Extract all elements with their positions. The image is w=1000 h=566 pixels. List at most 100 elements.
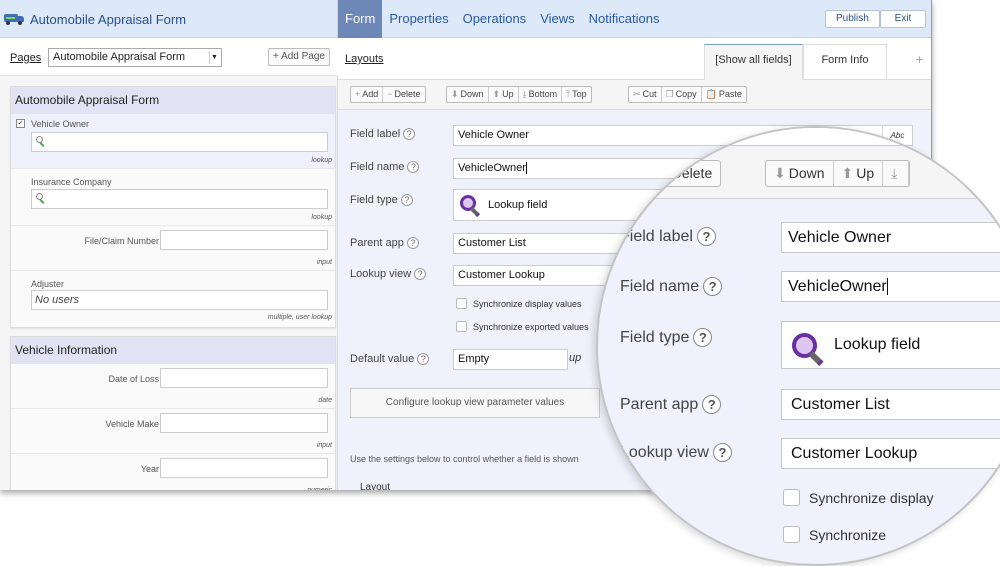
magnifier-icon bbox=[792, 333, 824, 369]
paste-button[interactable]: 📋 Paste bbox=[702, 87, 746, 102]
add-tab-button[interactable]: + bbox=[907, 44, 931, 80]
label-text: Field name bbox=[620, 278, 700, 295]
down-button[interactable]: ⬇ Down bbox=[447, 87, 489, 102]
magnified-sync-display-option[interactable]: Synchronize display bbox=[783, 489, 934, 506]
sync-display-label: Synchronize display values bbox=[473, 298, 582, 309]
help-icon[interactable]: ? bbox=[414, 268, 427, 280]
help-icon[interactable]: ? bbox=[702, 395, 722, 414]
magnified-up-button[interactable]: ⬆ Up bbox=[834, 161, 884, 186]
form-field-insurance-company[interactable]: Insurance Company lookup bbox=[11, 169, 335, 226]
sync-display-label: Synchronize display bbox=[809, 489, 934, 506]
form-field-adjuster[interactable]: Adjuster No users multiple, user lookup bbox=[11, 271, 335, 327]
add-page-button[interactable]: + Add Page bbox=[268, 48, 330, 66]
help-icon[interactable]: ? bbox=[712, 443, 732, 462]
help-icon[interactable]: ? bbox=[406, 237, 419, 249]
top-bar: Automobile Appraisal Form Form Propertie… bbox=[0, 0, 931, 38]
field-type-label: input bbox=[316, 442, 332, 449]
magnified-field-type-selector[interactable]: Lookup field bbox=[781, 321, 1000, 369]
nav-tab-form[interactable]: Form bbox=[338, 0, 383, 38]
magnified-lookup-view-select[interactable]: Customer Lookup bbox=[781, 438, 1000, 469]
magnified-toolbar-edit: ad − Delete bbox=[619, 160, 722, 187]
form-field-year[interactable]: Year numeric bbox=[11, 454, 335, 490]
field-type-label: Field type? bbox=[350, 194, 413, 206]
section-header[interactable]: Vehicle Information bbox=[11, 337, 335, 364]
magnified-parent-app-select[interactable]: Customer List bbox=[781, 389, 1000, 420]
app-title-text: Automobile Appraisal Form bbox=[30, 11, 187, 27]
form-field-vehicle-owner[interactable]: ✓ Vehicle Owner lookup bbox=[11, 114, 335, 169]
delete-button[interactable]: − Delete bbox=[383, 87, 424, 102]
sync-exported-checkbox[interactable] bbox=[456, 321, 467, 332]
copy-label: Copy bbox=[675, 89, 697, 99]
down-label: Down bbox=[788, 165, 825, 181]
help-icon[interactable]: ? bbox=[693, 328, 713, 347]
left-panel: Pages Automobile Appraisal Form ▼ + Add … bbox=[0, 38, 338, 490]
paste-label: Paste bbox=[718, 89, 742, 99]
sync-exported-checkbox[interactable] bbox=[783, 526, 800, 543]
field-checkbox[interactable]: ✓ bbox=[16, 119, 25, 128]
text-cursor bbox=[886, 278, 888, 296]
numeric-input[interactable] bbox=[160, 458, 328, 478]
add-label: Add bbox=[362, 89, 379, 99]
magnified-add-button[interactable]: ad bbox=[620, 161, 653, 186]
nav-tab-notifications[interactable]: Notifications bbox=[582, 0, 667, 38]
sync-display-option[interactable]: Synchronize display values bbox=[456, 298, 582, 309]
sync-display-checkbox[interactable] bbox=[783, 489, 800, 506]
default-value-select[interactable]: Empty bbox=[453, 349, 568, 370]
tab-show-all-fields[interactable]: [Show all fields] bbox=[704, 44, 803, 80]
help-icon[interactable]: ? bbox=[400, 194, 413, 206]
main-nav: Form Properties Operations Views Notific… bbox=[338, 0, 666, 38]
section-header[interactable]: Automobile Appraisal Form bbox=[11, 87, 335, 114]
default-value-label: Default value? bbox=[350, 353, 430, 365]
magnified-bottom-button[interactable]: ⤓ bbox=[883, 161, 910, 186]
top-button[interactable]: ⤒ Top bbox=[562, 87, 591, 102]
nav-tab-views[interactable]: Views bbox=[533, 0, 581, 38]
tab-form-info[interactable]: Form Info bbox=[803, 44, 887, 80]
sync-display-checkbox[interactable] bbox=[456, 298, 467, 309]
publish-button[interactable]: Publish bbox=[825, 10, 880, 28]
magnified-field-label-input[interactable]: Vehicle Owner bbox=[781, 222, 1000, 253]
sync-exported-option[interactable]: Synchronize exported values bbox=[456, 321, 589, 332]
help-icon[interactable]: ? bbox=[407, 161, 420, 173]
magnified-field-name-input[interactable]: VehicleOwner bbox=[781, 271, 1000, 302]
copy-button[interactable]: ❐ Copy bbox=[662, 87, 702, 102]
label-text: Lookup view bbox=[620, 444, 709, 461]
layouts-label[interactable]: Layouts bbox=[345, 53, 384, 65]
date-input[interactable] bbox=[160, 368, 328, 388]
field-type-label: date bbox=[318, 397, 332, 404]
field-label: Vehicle Owner bbox=[31, 119, 90, 129]
text-input[interactable] bbox=[160, 230, 328, 250]
chevron-down-icon: ▼ bbox=[209, 51, 219, 64]
label-text: Parent app bbox=[620, 396, 699, 413]
text-input[interactable] bbox=[160, 413, 328, 433]
add-button[interactable]: + Add bbox=[351, 87, 384, 102]
help-icon[interactable]: ? bbox=[696, 227, 716, 246]
form-field-vehicle-make[interactable]: Vehicle Make input bbox=[11, 409, 335, 454]
toolbar-group-move: ⬇ Down ⬆ Up ⤓ Bottom ⤒ Top bbox=[446, 86, 592, 103]
help-icon[interactable]: ? bbox=[417, 353, 430, 365]
field-label: Year bbox=[140, 464, 159, 474]
help-icon[interactable]: ? bbox=[403, 128, 416, 140]
form-field-claim-number[interactable]: File/Claim Number input bbox=[11, 226, 335, 271]
lookup-input[interactable] bbox=[31, 189, 328, 209]
sync-exported-label: Synchronize exported values bbox=[473, 321, 589, 332]
lookup-input[interactable] bbox=[31, 132, 328, 152]
help-icon[interactable]: ? bbox=[703, 277, 723, 296]
bottom-button[interactable]: ⤓ Bottom bbox=[519, 87, 563, 102]
nav-tab-properties[interactable]: Properties bbox=[382, 0, 455, 38]
magnified-delete-button[interactable]: − Delete bbox=[653, 161, 721, 186]
pages-select[interactable]: Automobile Appraisal Form ▼ bbox=[48, 48, 222, 67]
form-field-date-of-loss[interactable]: Date of Loss date bbox=[11, 364, 335, 409]
top-label: Top bbox=[572, 89, 587, 99]
scissors-icon: ✂ bbox=[633, 89, 641, 99]
cut-button[interactable]: ✂ Cut bbox=[629, 87, 662, 102]
configure-lookup-params-button[interactable]: Configure lookup view parameter values bbox=[350, 388, 600, 418]
user-lookup-input[interactable]: No users bbox=[31, 290, 328, 310]
field-type-label: input bbox=[316, 259, 332, 266]
up-button[interactable]: ⬆ Up bbox=[489, 87, 519, 102]
exit-button[interactable]: Exit bbox=[880, 10, 926, 28]
field-label: Date of Loss bbox=[108, 374, 159, 384]
magnified-down-button[interactable]: ⬇ Down bbox=[766, 161, 834, 186]
label-text: Field type bbox=[350, 194, 398, 206]
nav-tab-operations[interactable]: Operations bbox=[456, 0, 534, 38]
magnified-sync-exported-option[interactable]: Synchronize bbox=[783, 526, 886, 543]
